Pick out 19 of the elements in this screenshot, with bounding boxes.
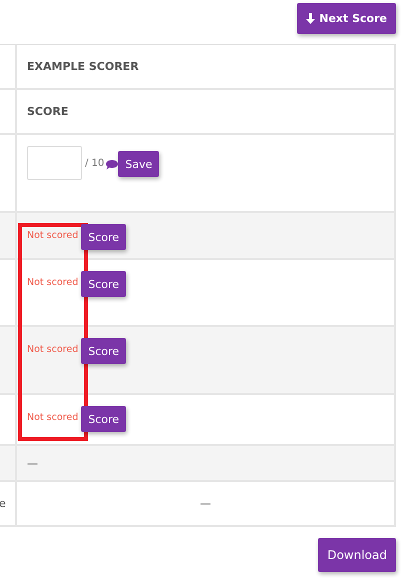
down-arrow-icon — [306, 13, 316, 24]
score-input[interactable] — [27, 146, 82, 180]
status-text: Not scored — [27, 412, 78, 423]
column-header: SCORE — [27, 105, 68, 118]
score-value: — — [27, 456, 38, 470]
next-score-button[interactable]: Next Score — [297, 3, 396, 34]
score-button[interactable]: Score — [81, 406, 126, 432]
score-button[interactable]: Score — [81, 338, 126, 364]
status-text: Not scored — [27, 277, 78, 288]
status-text: Not scored — [27, 344, 78, 355]
score-button[interactable]: Score — [81, 271, 126, 297]
max-score: / 10 — [85, 158, 104, 169]
total-value: — — [200, 497, 211, 510]
save-button[interactable]: Save — [118, 151, 160, 177]
score-button[interactable]: Score — [81, 224, 126, 250]
comment-icon[interactable] — [106, 160, 118, 170]
column-header: EXAMPLE SCORER — [27, 60, 139, 73]
status-text: Not scored — [27, 230, 78, 241]
download-button[interactable]: Download — [318, 538, 396, 572]
